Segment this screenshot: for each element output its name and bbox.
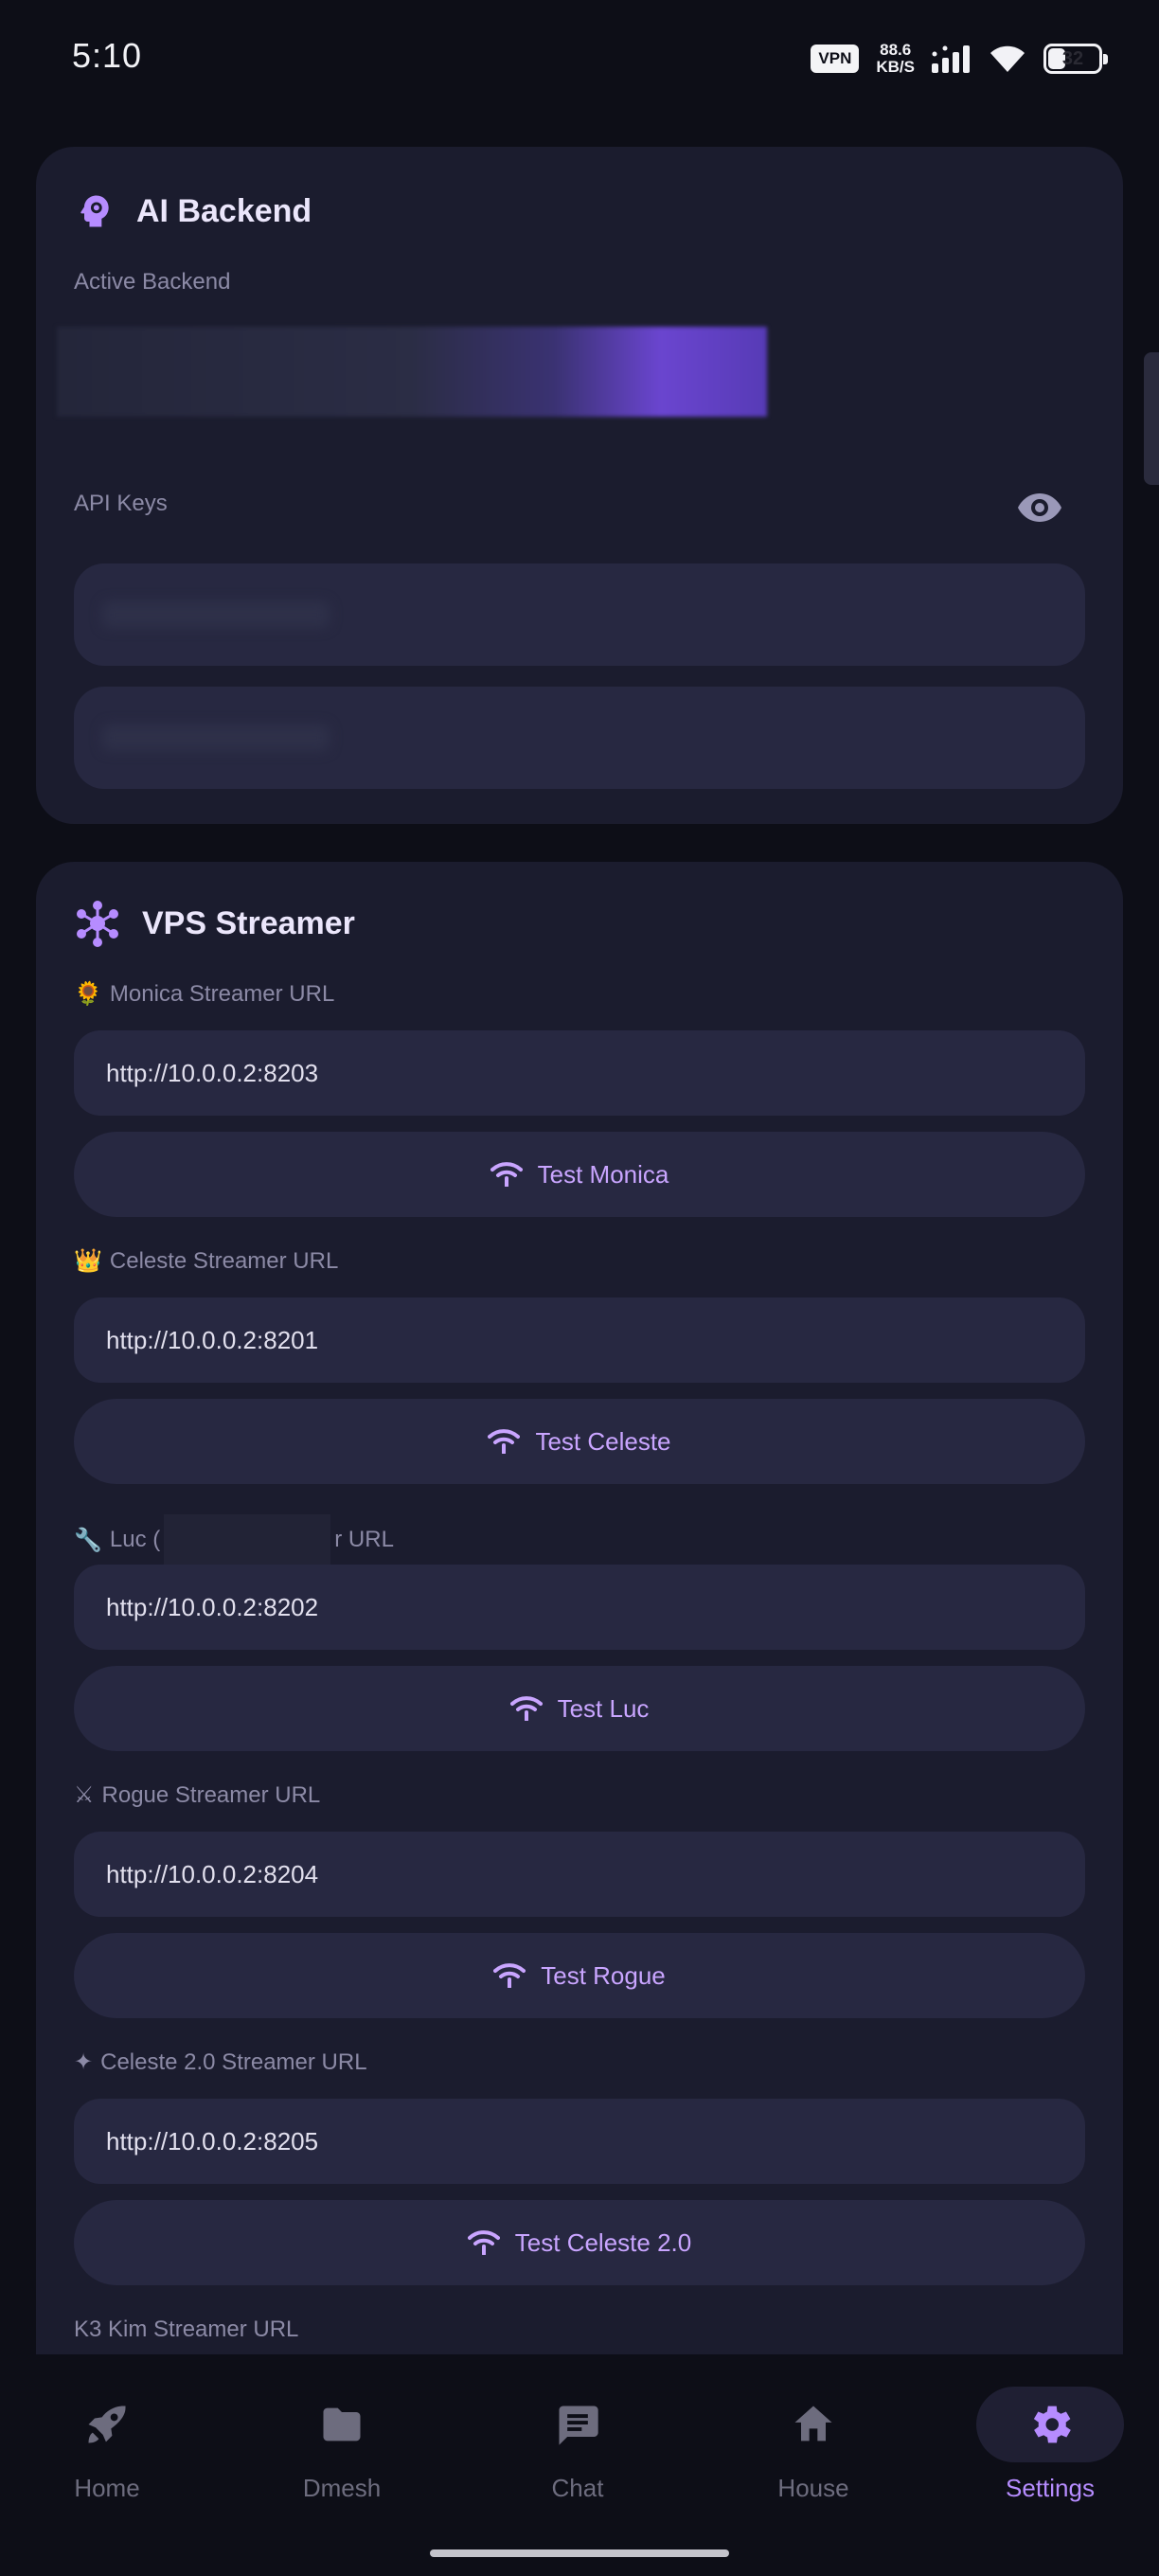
- brain-gear-icon: [80, 195, 109, 227]
- nav-house[interactable]: House: [723, 2354, 903, 2503]
- nav-label: Settings: [1006, 2474, 1095, 2502]
- bottom-navigation: Home Dmesh Chat House Settings: [0, 2354, 1159, 2576]
- network-speed-value: 88.6: [880, 41, 912, 59]
- house-icon: [794, 2406, 832, 2442]
- wifi-tethering-icon: [488, 1429, 521, 1454]
- streamer-label-text: Monica Streamer URL: [109, 980, 335, 1007]
- scrollbar-thumb[interactable]: [1144, 352, 1159, 485]
- test-button-label: Test Luc: [557, 1693, 650, 1723]
- ai-backend-card: AI Backend Active Backend API Keys: [36, 147, 1123, 824]
- folder-icon: [323, 2407, 361, 2442]
- crown-icon: 👑: [74, 1248, 102, 1274]
- settings-screen: 5:10 VPN 88.6 KB/S 32 AI Backend Active …: [0, 0, 1159, 2576]
- visibility-toggle[interactable]: [1015, 483, 1064, 532]
- network-speed: 88.6 KB/S: [876, 42, 915, 76]
- sunflower-icon: 🌻: [74, 981, 102, 1007]
- k3-kim-url-label: K3 Kim Streamer URL: [74, 2317, 299, 2342]
- test-rogue-button[interactable]: Test Rogue: [74, 1933, 1085, 2018]
- test-celeste2-button[interactable]: Test Celeste 2.0: [74, 2200, 1085, 2285]
- rogue-url-label: ⚔ Rogue Streamer URL: [74, 1781, 320, 1809]
- sparkle-icon: ✦: [74, 2049, 94, 2075]
- gear-icon: [1033, 2406, 1071, 2443]
- wifi-tethering-icon: [509, 1696, 543, 1721]
- nav-home[interactable]: Home: [17, 2354, 197, 2503]
- test-button-label: Test Rogue: [541, 1960, 666, 1990]
- vps-streamer-card: VPS Streamer 🌻 Monica Streamer URL http:…: [36, 862, 1123, 2472]
- streamer-label-text: Rogue Streamer URL: [101, 1781, 321, 1808]
- wifi-tethering-icon: [490, 1162, 523, 1187]
- nav-settings[interactable]: Settings: [960, 2354, 1140, 2503]
- rocket-icon: [88, 2406, 126, 2443]
- vps-streamer-header: VPS Streamer: [74, 900, 355, 947]
- api-keys-label: API Keys: [74, 491, 168, 516]
- test-button-label: Test Monica: [537, 1159, 669, 1189]
- luc-url-label: 🔧 Luc ( r URL: [74, 1514, 394, 1565]
- network-speed-unit: KB/S: [876, 58, 915, 76]
- battery-level: 32: [1061, 47, 1084, 69]
- monica-url-label: 🌻 Monica Streamer URL: [74, 980, 334, 1008]
- battery-icon: 32: [1043, 44, 1108, 74]
- ai-backend-header: AI Backend: [74, 190, 312, 232]
- vpn-badge: VPN: [811, 45, 860, 73]
- celeste2-url-label: ✦ Celeste 2.0 Streamer URL: [74, 2048, 367, 2076]
- celeste-url-label: 👑 Celeste Streamer URL: [74, 1247, 338, 1275]
- nav-label: Dmesh: [302, 2474, 382, 2502]
- api-key-field[interactable]: [74, 564, 1085, 666]
- wrench-icon: 🔧: [74, 1527, 102, 1553]
- test-monica-button[interactable]: Test Monica: [74, 1132, 1085, 1217]
- status-bar: 5:10 VPN 88.6 KB/S 32: [0, 0, 1159, 123]
- nav-label: Home: [74, 2474, 140, 2502]
- api-key-field[interactable]: [74, 687, 1085, 789]
- signal-icon: [932, 45, 970, 73]
- chat-icon: [559, 2406, 598, 2445]
- nav-label: House: [777, 2474, 849, 2502]
- celeste-url-input[interactable]: http://10.0.0.2:8201: [74, 1297, 1085, 1383]
- nav-dmesh[interactable]: Dmesh: [252, 2354, 432, 2503]
- status-time: 5:10: [72, 36, 143, 75]
- ai-backend-title: AI Backend: [136, 192, 312, 229]
- redaction-box: [164, 1514, 331, 1565]
- luc-url-input[interactable]: http://10.0.0.2:8202: [74, 1565, 1085, 1650]
- wifi-tethering-icon: [493, 1963, 526, 1988]
- status-icons: VPN 88.6 KB/S 32: [811, 40, 1108, 78]
- active-backend-selector[interactable]: [57, 327, 767, 417]
- celeste2-url-input[interactable]: http://10.0.0.2:8205: [74, 2099, 1085, 2184]
- streamer-label-text: Luc (: [109, 1527, 161, 1552]
- nav-label: Chat: [551, 2474, 604, 2502]
- streamer-label-text: Celeste Streamer URL: [109, 1247, 339, 1274]
- test-luc-button[interactable]: Test Luc: [74, 1666, 1085, 1751]
- rogue-url-input[interactable]: http://10.0.0.2:8204: [74, 1832, 1085, 1917]
- monica-url-input[interactable]: http://10.0.0.2:8203: [74, 1030, 1085, 1116]
- wifi-icon: [990, 45, 1025, 72]
- streamer-label-tail: r URL: [334, 1527, 394, 1552]
- vps-streamer-title: VPS Streamer: [142, 904, 355, 941]
- home-indicator[interactable]: [430, 2549, 729, 2557]
- test-button-label: Test Celeste: [535, 1426, 671, 1456]
- nav-chat[interactable]: Chat: [488, 2354, 668, 2503]
- swords-icon: ⚔: [74, 1782, 95, 1808]
- wifi-tethering-icon: [467, 2230, 500, 2255]
- hub-icon: [77, 901, 118, 947]
- streamer-label-text: Celeste 2.0 Streamer URL: [100, 2048, 367, 2075]
- test-celeste-button[interactable]: Test Celeste: [74, 1399, 1085, 1484]
- eye-icon: [1018, 493, 1061, 522]
- active-backend-label: Active Backend: [74, 269, 231, 295]
- test-button-label: Test Celeste 2.0: [514, 2227, 692, 2257]
